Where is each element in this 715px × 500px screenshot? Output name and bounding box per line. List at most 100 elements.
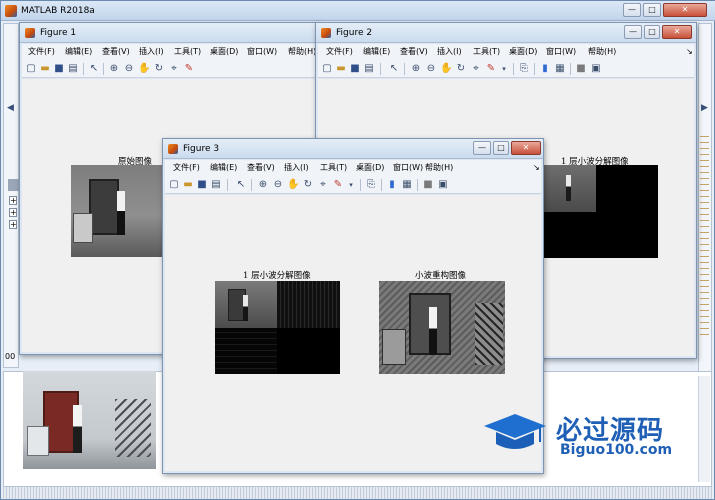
toolbar-separator [227, 179, 228, 191]
menu-insert[interactable]: 插入(I) [437, 44, 462, 60]
menu-help[interactable]: 帮助(H) [588, 44, 616, 60]
menu-desktop[interactable]: 桌面(D) [356, 160, 384, 176]
maximize-button[interactable]: □ [644, 25, 660, 39]
rotate-3d-icon[interactable]: ↻ [455, 63, 467, 75]
dock-arrow-icon[interactable]: ↘ [686, 44, 693, 60]
menu-file[interactable]: 文件(F) [28, 44, 55, 60]
minimize-button[interactable]: — [473, 141, 491, 155]
tree-expand-icon[interactable]: + [9, 196, 17, 205]
right-scroll-bar[interactable] [700, 136, 709, 336]
zoom-in-icon[interactable]: ⊕ [257, 179, 269, 191]
zoom-in-icon[interactable]: ⊕ [108, 63, 120, 75]
pan-hand-icon[interactable]: ✋ [138, 63, 150, 75]
hide-plot-tools-icon[interactable]: ■ [422, 179, 434, 191]
zoom-out-icon[interactable]: ⊖ [272, 179, 284, 191]
menu-help[interactable]: 帮助(H) [425, 160, 453, 176]
close-button[interactable]: ✕ [511, 141, 541, 155]
figure-3-titlebar[interactable]: Figure 3 — □ ✕ [163, 139, 543, 159]
arrow-pointer-icon[interactable]: ↖ [235, 179, 247, 191]
menu-file[interactable]: 文件(F) [326, 44, 353, 60]
brush-icon[interactable]: ✎ [183, 63, 195, 75]
menu-view[interactable]: 查看(V) [102, 44, 130, 60]
data-cursor-icon[interactable]: ⌖ [470, 63, 482, 75]
brush-icon[interactable]: ✎ [332, 179, 344, 191]
colorbar-icon[interactable]: ▮ [539, 63, 551, 75]
close-button[interactable]: ✕ [663, 3, 707, 17]
matlab-titlebar[interactable]: MATLAB R2018a — □ ✕ [1, 1, 715, 21]
show-plot-tools-icon[interactable]: ▣ [590, 63, 602, 75]
figure-title: Figure 1 [40, 28, 77, 38]
axes-title-right: 小波重构图像 [415, 271, 467, 281]
pan-hand-icon[interactable]: ✋ [440, 63, 452, 75]
detail-subband-v [215, 328, 277, 374]
save-icon[interactable]: ■ [349, 63, 361, 75]
zoom-in-icon[interactable]: ⊕ [410, 63, 422, 75]
rotate-3d-icon[interactable]: ↻ [302, 179, 314, 191]
arrow-pointer-icon[interactable]: ↖ [388, 63, 400, 75]
show-plot-tools-icon[interactable]: ▣ [437, 179, 449, 191]
menu-tools[interactable]: 工具(T) [320, 160, 347, 176]
new-file-icon[interactable]: ▢ [321, 63, 333, 75]
legend-icon[interactable]: ▦ [554, 63, 566, 75]
maximize-button[interactable]: □ [493, 141, 509, 155]
data-cursor-icon[interactable]: ⌖ [168, 63, 180, 75]
tree-expand-icon[interactable]: + [9, 220, 17, 229]
print-icon[interactable]: ▤ [363, 63, 375, 75]
link-plot-icon[interactable]: ⎘ [365, 179, 377, 191]
open-folder-icon[interactable]: ▬ [335, 63, 347, 75]
menu-window[interactable]: 窗口(W) [546, 44, 576, 60]
open-folder-icon[interactable]: ▬ [182, 179, 194, 191]
brush-icon[interactable]: ✎ [485, 63, 497, 75]
menu-insert[interactable]: 插入(I) [139, 44, 164, 60]
open-folder-icon[interactable]: ▬ [39, 63, 51, 75]
save-icon[interactable]: ■ [196, 179, 208, 191]
arrow-pointer-icon[interactable]: ↖ [88, 63, 100, 75]
close-button[interactable]: ✕ [662, 25, 692, 39]
new-file-icon[interactable]: ▢ [168, 179, 180, 191]
tree-expand-icon[interactable]: + [9, 208, 17, 217]
menu-desktop[interactable]: 桌面(D) [210, 44, 238, 60]
app-title: MATLAB R2018a [21, 6, 95, 16]
print-icon[interactable]: ▤ [67, 63, 79, 75]
menu-tools[interactable]: 工具(T) [473, 44, 500, 60]
minimize-button[interactable]: — [624, 25, 642, 39]
legend-icon[interactable]: ▦ [401, 179, 413, 191]
chevron-down-icon[interactable]: ▾ [498, 63, 510, 75]
link-plot-icon[interactable]: ⎘ [518, 63, 530, 75]
figure-1-titlebar[interactable]: Figure 1 [20, 23, 318, 43]
hide-plot-tools-icon[interactable]: ■ [575, 63, 587, 75]
menu-edit[interactable]: 编辑(E) [65, 44, 92, 60]
print-icon[interactable]: ▤ [210, 179, 222, 191]
data-cursor-icon[interactable]: ⌖ [317, 179, 329, 191]
menu-file[interactable]: 文件(F) [173, 160, 200, 176]
new-file-icon[interactable]: ▢ [25, 63, 37, 75]
menu-view[interactable]: 查看(V) [400, 44, 428, 60]
menu-view[interactable]: 查看(V) [247, 160, 275, 176]
menu-edit[interactable]: 编辑(E) [363, 44, 390, 60]
pan-hand-icon[interactable]: ✋ [287, 179, 299, 191]
right-bottom-scroll[interactable] [698, 376, 710, 482]
chevron-down-icon[interactable]: ▾ [345, 179, 357, 191]
collapse-arrow-icon[interactable]: ◀ [7, 103, 14, 113]
figure-2-titlebar[interactable]: Figure 2 — □ ✕ [316, 23, 696, 43]
dock-arrow-icon[interactable]: ↘ [533, 160, 540, 176]
minimize-button[interactable]: — [623, 3, 641, 17]
menu-window[interactable]: 窗口(W) [393, 160, 423, 176]
zoom-out-icon[interactable]: ⊖ [123, 63, 135, 75]
menu-help[interactable]: 帮助(H) [288, 44, 316, 60]
status-bar [3, 487, 712, 499]
figure-title: Figure 2 [336, 28, 373, 38]
rotate-3d-icon[interactable]: ↻ [153, 63, 165, 75]
menu-desktop[interactable]: 桌面(D) [509, 44, 537, 60]
colorbar-icon[interactable]: ▮ [386, 179, 398, 191]
zoom-out-icon[interactable]: ⊖ [425, 63, 437, 75]
menu-edit[interactable]: 编辑(E) [210, 160, 237, 176]
maximize-button[interactable]: □ [643, 3, 661, 17]
save-icon[interactable]: ■ [53, 63, 65, 75]
menu-window[interactable]: 窗口(W) [247, 44, 277, 60]
menu-tools[interactable]: 工具(T) [174, 44, 201, 60]
figure-2-menubar: 文件(F) 编辑(E) 查看(V) 插入(I) 工具(T) 桌面(D) 窗口(W… [318, 44, 694, 60]
person-shape [566, 175, 571, 201]
menu-insert[interactable]: 插入(I) [284, 160, 309, 176]
collapse-arrow-icon[interactable]: ▶ [701, 103, 708, 113]
